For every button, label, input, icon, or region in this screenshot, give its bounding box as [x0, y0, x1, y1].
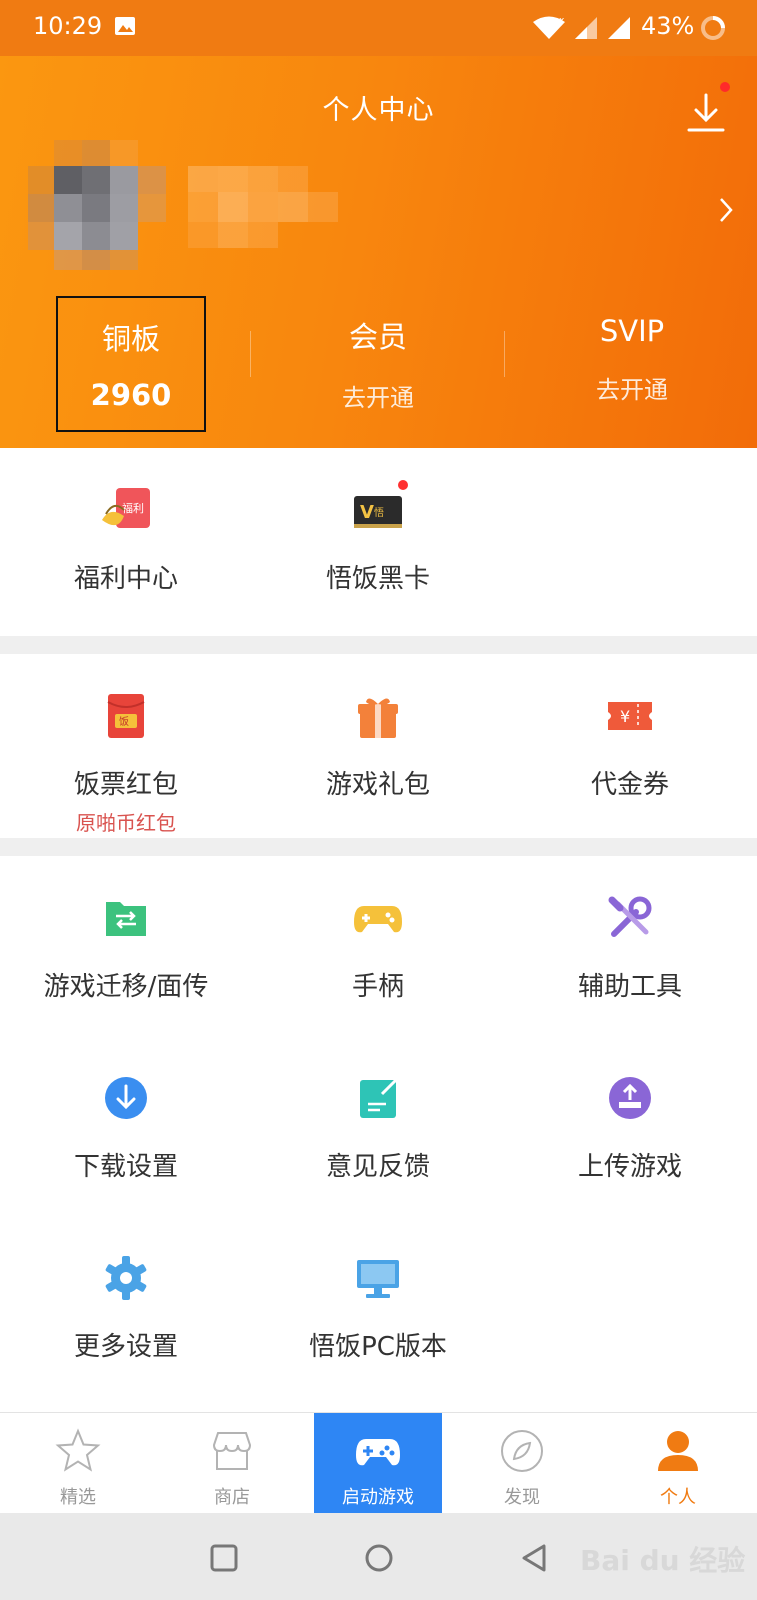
gamepad-icon — [352, 892, 404, 944]
svg-text:x: x — [559, 16, 565, 26]
divider — [250, 331, 251, 377]
tile-label: 下载设置 — [73, 1152, 178, 1182]
black-card-tile[interactable]: V 悟 悟饭黑卡 — [252, 480, 504, 595]
nav-label: 精选 — [60, 1487, 96, 1508]
tile-label: 游戏礼包 — [325, 770, 430, 800]
controller-icon — [356, 1439, 400, 1466]
nav-featured[interactable]: 精选 — [14, 1413, 142, 1513]
tile-label: 悟饭PC版本 — [309, 1332, 447, 1362]
signal-icon — [575, 17, 597, 39]
copper-coins-stat[interactable]: 铜板 2960 — [56, 296, 206, 432]
feedback-tile[interactable]: 意见反馈 — [252, 1072, 504, 1183]
person-icon — [658, 1431, 698, 1471]
download-settings-icon — [100, 1072, 152, 1124]
membership-stat[interactable]: 会员 去开通 — [303, 296, 453, 432]
voucher-tile[interactable]: ¥ 代金券 — [504, 690, 756, 801]
member-label: 会员 — [348, 320, 407, 354]
copper-label: 铜板 — [101, 322, 160, 356]
watermark: Bai du 经验 — [580, 1544, 746, 1577]
tile-label: 福利中心 — [73, 564, 178, 594]
tile-label: 代金券 — [590, 770, 669, 800]
divider — [504, 331, 505, 377]
new-badge — [398, 480, 408, 490]
bottom-navigation: 精选 商店 启动游戏 发现 个人 — [0, 1412, 757, 1513]
status-bar: 10:29 x 43% — [0, 0, 757, 56]
game-gift-tile[interactable]: 游戏礼包 — [252, 690, 504, 801]
tile-label: 更多设置 — [73, 1332, 178, 1362]
game-transfer-tile[interactable]: 游戏迁移/面传 — [0, 892, 252, 1003]
nav-label: 发现 — [504, 1487, 540, 1508]
black-card-icon: V 悟 — [352, 480, 408, 536]
status-time: 10:29 — [33, 12, 103, 40]
tile-sublabel: 原啪币红包 — [76, 811, 176, 835]
image-notification-icon — [115, 17, 135, 35]
svip-activate-link[interactable]: 去开通 — [557, 370, 707, 405]
download-icon[interactable] — [686, 92, 726, 134]
pc-version-tile[interactable]: 悟饭PC版本 — [252, 1252, 504, 1363]
svip-stat[interactable]: SVIP 去开通 — [557, 296, 707, 432]
download-badge — [720, 82, 730, 92]
signal-icon — [608, 17, 630, 39]
nav-label: 启动游戏 — [342, 1487, 414, 1508]
nav-profile[interactable]: 个人 — [614, 1413, 742, 1513]
store-icon — [212, 1432, 252, 1470]
tools-icon — [604, 892, 656, 944]
red-envelope-icon: 饭 — [100, 690, 152, 742]
compass-icon — [501, 1430, 543, 1472]
tools-section: 游戏迁移/面传 手柄 辅助工具 下载设置 意见反馈 上传游戏 更多设置 悟饭PC… — [0, 856, 757, 1412]
tile-label: 游戏迁移/面传 — [43, 972, 209, 1002]
gear-icon — [100, 1252, 152, 1304]
gift-icon — [352, 690, 404, 742]
upload-icon — [604, 1072, 656, 1124]
tile-label: 手柄 — [351, 972, 404, 1002]
profile-header: 个人中心 铜板 2960 会员 去开通 SVIP 去开通 — [0, 56, 757, 448]
welfare-center-tile[interactable]: 福利 福利中心 — [0, 484, 252, 595]
tile-label: 上传游戏 — [577, 1152, 682, 1182]
svg-text:V: V — [360, 502, 374, 523]
nav-launch-game[interactable]: 启动游戏 — [314, 1413, 442, 1513]
svg-text:悟: 悟 — [374, 506, 384, 519]
coupon-icon: ¥ — [604, 690, 656, 742]
back-icon[interactable] — [520, 1543, 550, 1573]
gamepad-tile[interactable]: 手柄 — [252, 892, 504, 1003]
svg-text:¥: ¥ — [620, 707, 630, 726]
svg-text:福利: 福利 — [122, 501, 144, 515]
nav-store[interactable]: 商店 — [168, 1413, 296, 1513]
battery-icon — [701, 16, 725, 40]
system-navigation-bar: Bai du 经验 — [0, 1513, 757, 1600]
wallet-section: 饭 饭票红包 原啪币红包 游戏礼包 ¥ 代金券 — [0, 654, 757, 838]
tile-label: 辅助工具 — [577, 972, 682, 1002]
section-divider — [0, 636, 757, 654]
home-icon[interactable] — [364, 1543, 394, 1573]
monitor-icon — [352, 1252, 404, 1304]
battery-percent: 43% — [641, 12, 695, 40]
tile-label: 悟饭黑卡 — [325, 564, 430, 594]
copper-value: 2960 — [90, 378, 172, 412]
star-icon — [55, 1428, 101, 1472]
feedback-icon — [352, 1072, 404, 1124]
transfer-icon — [100, 892, 152, 944]
svg-text:饭: 饭 — [119, 716, 129, 728]
more-settings-tile[interactable]: 更多设置 — [0, 1252, 252, 1363]
wifi-icon: x — [533, 16, 565, 39]
nav-label: 商店 — [214, 1487, 250, 1508]
recent-apps-icon[interactable] — [209, 1543, 239, 1573]
tile-label: 意见反馈 — [325, 1152, 430, 1182]
page-title: 个人中心 — [322, 95, 435, 126]
assist-tools-tile[interactable]: 辅助工具 — [504, 892, 756, 1003]
nav-label: 个人 — [660, 1487, 696, 1508]
chevron-right-icon[interactable] — [718, 196, 734, 224]
upload-game-tile[interactable]: 上传游戏 — [504, 1072, 756, 1183]
meal-ticket-tile[interactable]: 饭 饭票红包 原啪币红包 — [0, 690, 252, 836]
member-activate-link[interactable]: 去开通 — [303, 378, 453, 413]
nav-discover[interactable]: 发现 — [458, 1413, 586, 1513]
tile-label: 饭票红包 — [73, 770, 178, 800]
featured-section: 福利 福利中心 V 悟 悟饭黑卡 — [0, 448, 757, 636]
welfare-icon: 福利 — [100, 484, 152, 536]
svip-label: SVIP — [599, 314, 665, 348]
avatar[interactable] — [28, 140, 338, 270]
download-settings-tile[interactable]: 下载设置 — [0, 1072, 252, 1183]
section-divider — [0, 838, 757, 856]
